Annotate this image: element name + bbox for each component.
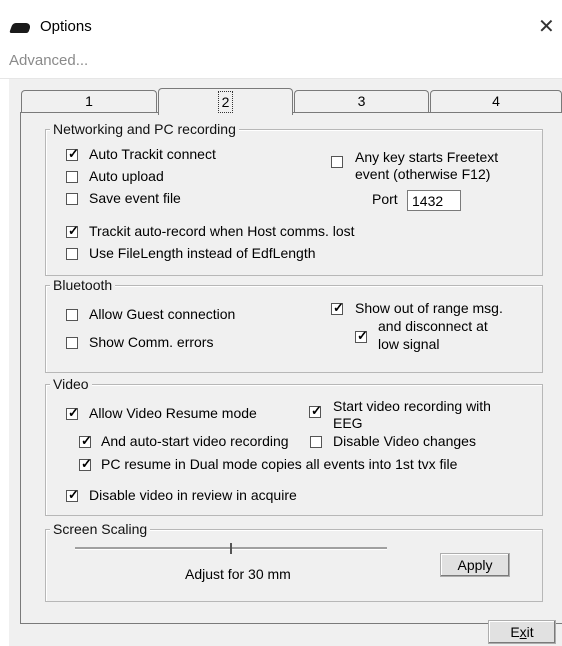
check-icon: ✓ [311,403,322,418]
tab-3[interactable]: 3 [294,90,429,113]
show-comm-errors-checkbox[interactable] [66,337,78,349]
panel-top-border [20,112,158,113]
show-out-of-range-label: Show out of range msg. [355,300,503,316]
disable-changes-checkbox[interactable] [310,436,322,448]
exit-label-mnemonic: x [519,624,527,640]
any-key-label-line1: Any key starts Freetext [355,149,499,165]
app-icon [9,23,32,33]
allow-guest-checkbox[interactable] [66,309,78,321]
auto-start-checkbox[interactable]: ✓ [79,433,92,448]
allow-resume-checkbox[interactable]: ✓ [66,405,79,420]
allow-resume-label: Allow Video Resume mode [89,405,257,421]
save-event-checkbox[interactable] [66,193,78,205]
start-with-eeg-label-line1: Start video recording with [333,398,491,414]
check-icon: ✓ [68,487,79,502]
tab-1[interactable]: 1 [21,90,157,113]
start-with-eeg-label-line2: EEG [333,415,363,431]
trackit-auto-record-label: Trackit auto-record when Host comms. los… [89,223,355,239]
disable-changes-label: Disable Video changes [333,433,476,449]
tab-label: 4 [492,93,500,109]
scaling-legend: Screen Scaling [50,521,151,537]
disconnect-low-label-line2: low signal [378,336,440,352]
tab-4[interactable]: 4 [430,90,562,113]
tab-label: 3 [357,93,366,109]
port-field[interactable]: 1432 [407,190,461,211]
check-icon: ✓ [68,405,79,420]
check-icon: ✓ [81,433,92,448]
tab-2[interactable]: 2 [158,88,293,115]
auto-trackit-label: Auto Trackit connect [89,146,216,162]
tab-label: 1 [85,93,93,109]
disconnect-low-label-line1: and disconnect at [378,318,488,334]
advanced-link[interactable]: Advanced... [9,52,88,69]
disconnect-low-checkbox[interactable]: ✓ [355,328,368,343]
close-icon[interactable]: ✕ [538,14,555,39]
scaling-slider-thumb[interactable] [230,543,232,554]
apply-button[interactable]: Apply [440,553,510,577]
panel-top-border [291,112,562,113]
exit-label-suffix: it [526,624,534,640]
disable-review-checkbox[interactable]: ✓ [66,487,79,502]
tab-label: 2 [217,91,234,113]
port-label: Port [372,191,398,207]
start-with-eeg-checkbox[interactable]: ✓ [309,403,322,418]
scaling-caption: Adjust for 30 mm [185,566,291,582]
use-filelength-label: Use FileLength instead of EdfLength [89,245,316,261]
exit-button[interactable]: Exit [488,620,556,644]
any-key-checkbox[interactable] [331,156,343,168]
any-key-label-line2: event (otherwise F12) [355,166,491,182]
pc-resume-dual-checkbox[interactable]: ✓ [79,456,92,471]
save-event-label: Save event file [89,190,181,206]
window-title: Options [40,18,92,35]
check-icon: ✓ [333,300,344,315]
use-filelength-checkbox[interactable] [66,248,78,260]
check-icon: ✓ [68,223,79,238]
check-icon: ✓ [81,456,92,471]
disable-review-label: Disable video in review in acquire [89,487,297,503]
auto-trackit-checkbox[interactable]: ✓ [66,146,79,161]
exit-label-prefix: E [510,624,520,640]
show-comm-errors-label: Show Comm. errors [89,334,214,350]
auto-upload-label: Auto upload [89,168,164,184]
auto-start-label: And auto-start video recording [101,433,289,449]
auto-upload-checkbox[interactable] [66,171,78,183]
check-icon: ✓ [68,146,79,161]
allow-guest-label: Allow Guest connection [89,306,236,322]
check-icon: ✓ [357,328,368,343]
show-out-of-range-checkbox[interactable]: ✓ [331,300,344,315]
bluetooth-legend: Bluetooth [50,277,116,293]
video-legend: Video [50,376,92,392]
networking-legend: Networking and PC recording [50,121,239,137]
trackit-auto-record-checkbox[interactable]: ✓ [66,223,79,238]
pc-resume-dual-label: PC resume in Dual mode copies all events… [101,456,458,472]
